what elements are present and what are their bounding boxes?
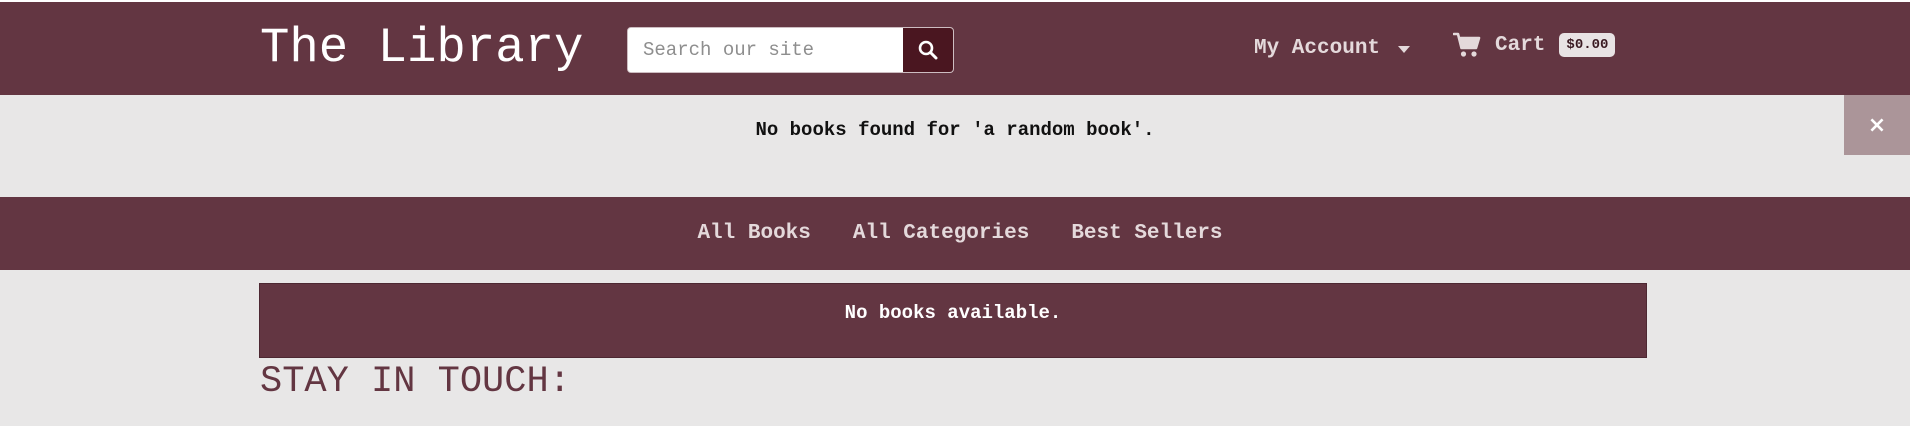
no-results-message: No books found for 'a random book'. xyxy=(755,119,1155,141)
close-icon: × xyxy=(1867,112,1887,138)
stay-in-touch-heading: STAY IN TOUCH: xyxy=(260,361,571,403)
cart-label: Cart xyxy=(1495,33,1546,57)
my-account-dropdown[interactable]: My Account xyxy=(1254,34,1411,64)
cart-link[interactable]: Cart $0.00 xyxy=(1453,32,1616,58)
cart-total-badge: $0.00 xyxy=(1559,33,1616,57)
search-icon xyxy=(918,40,938,60)
site-header: The Library My Account Cart $0.00 xyxy=(0,2,1910,95)
main-nav: All Books All Categories Best Sellers xyxy=(0,197,1910,270)
nav-all-categories[interactable]: All Categories xyxy=(843,222,1029,245)
shopping-cart-icon xyxy=(1453,32,1481,57)
site-logo[interactable]: The Library xyxy=(260,20,583,76)
caret-down-icon xyxy=(1398,45,1411,53)
empty-results-box: No books available. xyxy=(259,283,1647,358)
nav-all-books[interactable]: All Books xyxy=(687,222,810,245)
no-books-available-message: No books available. xyxy=(844,302,1062,324)
my-account-label: My Account xyxy=(1254,37,1381,60)
close-flash-button[interactable]: × xyxy=(1844,95,1910,155)
nav-best-sellers[interactable]: Best Sellers xyxy=(1061,222,1222,245)
search-input[interactable] xyxy=(628,28,903,72)
search-button[interactable] xyxy=(903,28,953,72)
flash-message-bar: No books found for 'a random book'. × xyxy=(0,95,1910,197)
search-form xyxy=(627,27,954,73)
